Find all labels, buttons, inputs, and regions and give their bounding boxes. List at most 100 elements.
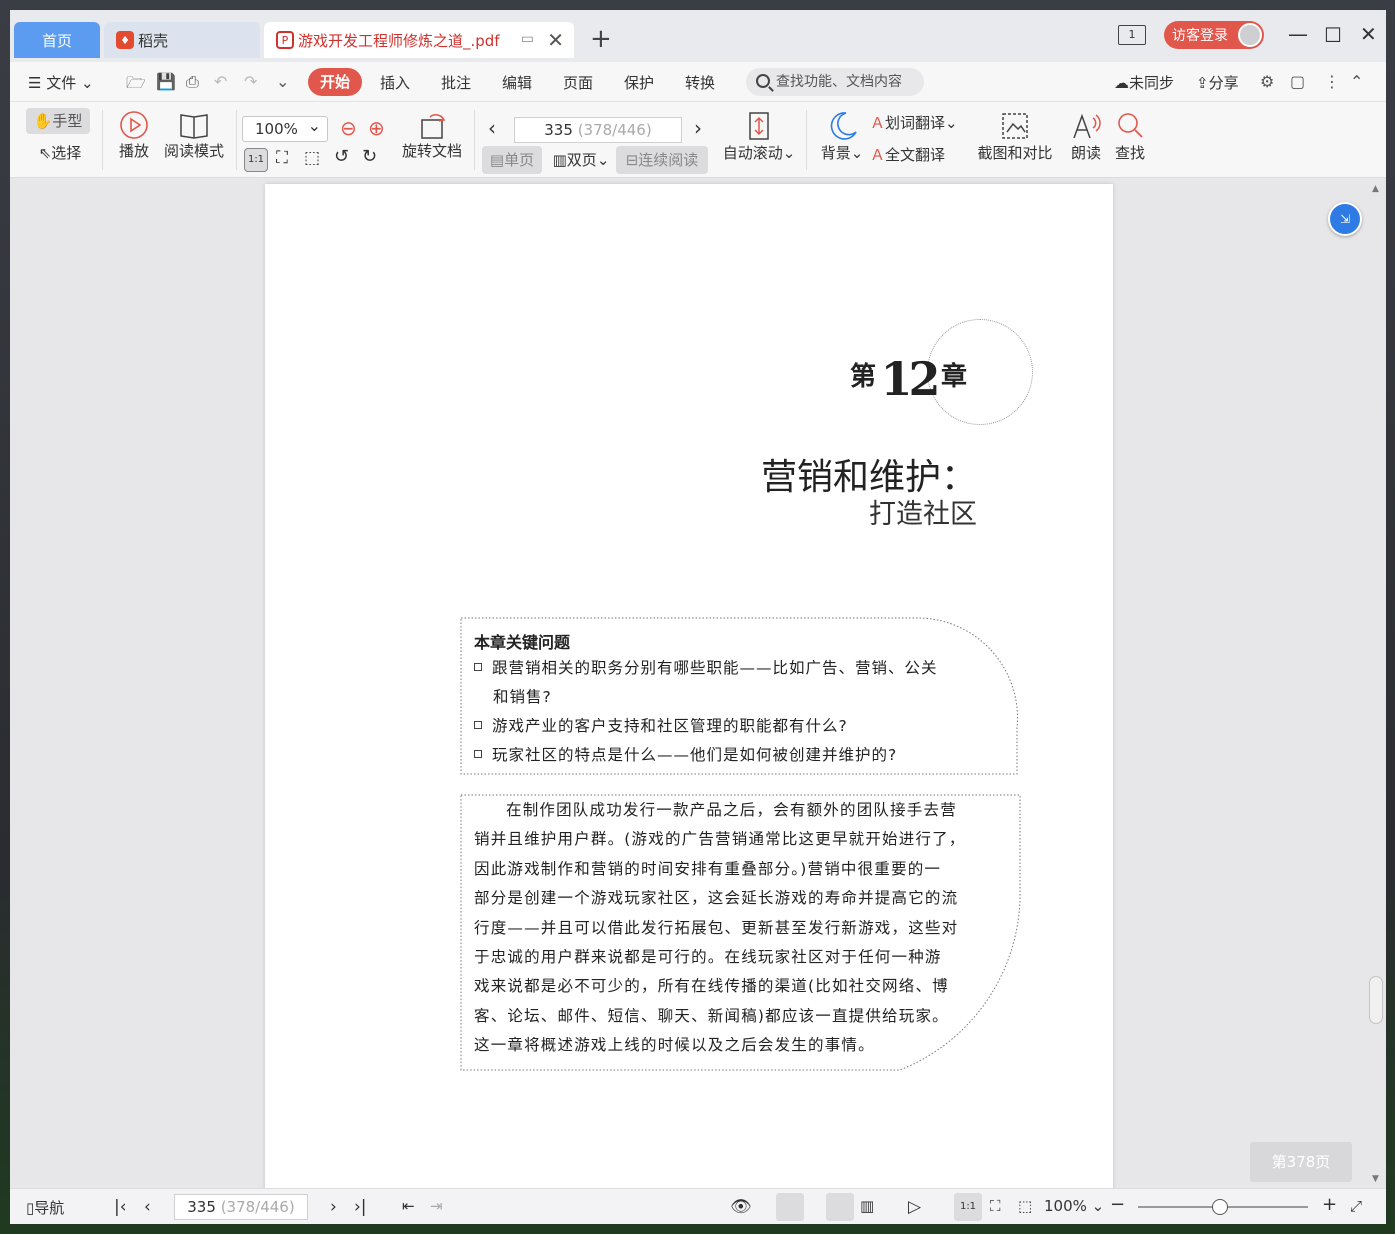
back-icon[interactable]: ⇤ — [402, 1197, 415, 1215]
full-translate-icon: Ａ — [870, 146, 886, 164]
zoom-select[interactable]: 100% — [242, 114, 328, 142]
next-page-status-icon[interactable]: › — [330, 1197, 337, 1217]
close-window-icon[interactable]: ✕ — [1360, 22, 1377, 46]
monitor-icon[interactable]: ▭ — [521, 31, 534, 47]
read-mode-button[interactable]: 阅读模式 — [162, 110, 226, 161]
undo-icon[interactable]: ↶ — [214, 72, 227, 91]
continuous-read-button[interactable]: ⊟连续阅读 — [616, 146, 708, 174]
prev-page-status-icon[interactable]: ‹ — [144, 1197, 151, 1217]
maximize-icon[interactable]: ☐ — [1324, 23, 1342, 47]
file-menu[interactable]: ☰ 文件 ⌄ — [28, 72, 94, 93]
read-aloud-button[interactable]: 朗读 — [1066, 110, 1106, 163]
double-page-icon: ▥ — [552, 151, 567, 169]
nav-label: 导航 — [34, 1199, 65, 1217]
tab-home[interactable]: 首页 — [14, 22, 100, 58]
tab-edit[interactable]: 编辑 — [502, 72, 532, 93]
next-page-icon[interactable]: › — [694, 116, 702, 140]
page-number-input[interactable]: 335 (378/446) — [514, 117, 682, 143]
divider — [236, 110, 237, 170]
full-translate-button[interactable]: Ａ全文翻译 — [870, 144, 945, 165]
chapter-subtitle: 打造社区 — [869, 499, 977, 530]
background-button[interactable]: 背景⌄ — [816, 110, 868, 163]
scroll-up-icon[interactable]: ▲ — [1372, 184, 1379, 194]
sync-status[interactable]: ☁未同步 — [1114, 72, 1174, 93]
double-page-button[interactable]: ▥双页⌄ — [548, 146, 614, 174]
status-zoom-select[interactable]: 100% ⌄ — [1044, 1197, 1104, 1215]
eye-protection-icon[interactable]: 👁 — [730, 1197, 752, 1217]
fit-width-status-icon[interactable]: ⬚ — [1018, 1197, 1032, 1215]
gear-icon[interactable]: ⚙ — [1260, 72, 1274, 91]
double-page-mode-icon[interactable]: ▥ — [860, 1197, 874, 1215]
zoom-slider-knob[interactable] — [1212, 1199, 1228, 1215]
redo-icon[interactable]: ↷ — [244, 72, 257, 91]
last-page-icon[interactable]: ›| — [354, 1197, 367, 1217]
find-button[interactable]: 查找 — [1112, 110, 1148, 163]
float-tool-button[interactable]: ⇲ — [1328, 202, 1362, 236]
close-tab-icon[interactable]: ✕ — [547, 28, 564, 52]
select-tool-button[interactable]: ⇖选择 — [30, 142, 90, 163]
new-tab-icon[interactable]: + — [590, 26, 612, 52]
continuous-mode-icon[interactable] — [776, 1193, 804, 1221]
rotate-right-icon[interactable]: ↻ — [362, 146, 377, 167]
auto-scroll-button[interactable]: 自动滚动⌄ — [722, 110, 796, 163]
checkbox-icon — [474, 750, 482, 758]
key-question-text: 玩家社区的特点是什么——他们是如何被创建并维护的? — [492, 746, 898, 764]
rotate-document-button[interactable]: 旋转文档 — [400, 110, 464, 161]
share-button[interactable]: ⇪分享 — [1196, 72, 1239, 93]
tab-protect[interactable]: 保护 — [624, 72, 654, 93]
tab-pdf-document[interactable]: P 游戏开发工程师修炼之道_.pdf ▭ ✕ — [264, 22, 574, 58]
comment-icon[interactable]: ▢ — [1290, 72, 1305, 91]
tab-annotate[interactable]: 批注 — [441, 72, 471, 93]
screenshot-compare-button[interactable]: 截图和对比 — [976, 110, 1054, 163]
fullscreen-icon[interactable]: ⤢ — [1350, 1197, 1362, 1215]
read-aloud-icon — [1073, 113, 1101, 139]
zoom-in-status-icon[interactable]: + — [1322, 1194, 1337, 1215]
prev-page-icon[interactable]: ‹ — [488, 116, 496, 140]
zoom-out-icon[interactable]: ⊖ — [340, 116, 357, 140]
single-page-button[interactable]: ▤单页 — [482, 146, 542, 174]
tab-insert-label: 插入 — [380, 74, 411, 92]
play-button[interactable]: 播放 — [112, 110, 156, 161]
page-count-icon[interactable]: 1 — [1118, 25, 1146, 45]
double-page-label: 双页 — [566, 151, 597, 169]
chapter-number: 12 — [880, 352, 940, 406]
tab-insert[interactable]: 插入 — [380, 72, 410, 93]
more-vertical-icon[interactable]: ⋮ — [1324, 72, 1340, 91]
forward-icon[interactable]: ⇥ — [430, 1197, 443, 1215]
tab-daoke[interactable]: ♦ 稻壳 — [104, 22, 260, 58]
open-folder-icon[interactable]: 🗁 — [126, 72, 146, 99]
zoom-in-icon[interactable]: ⊕ — [368, 116, 385, 140]
scroll-down-icon[interactable]: ▼ — [1372, 1174, 1379, 1184]
fit-width-icon[interactable]: ⬚ — [304, 148, 320, 168]
actual-size-button[interactable]: 1:1 — [244, 148, 268, 172]
first-page-icon[interactable]: |‹ — [114, 1197, 127, 1217]
more-down-icon[interactable]: ⌄ — [276, 72, 289, 91]
document-viewport[interactable]: 第 12 章 营销和维护： 打造社区 本章关键问题 跟营销相关的职务分别有哪些职… — [10, 178, 1386, 1194]
hand-tool-button[interactable]: ✋手型 — [26, 108, 90, 134]
zoom-out-status-icon[interactable]: − — [1110, 1194, 1125, 1215]
actual-size-status-button[interactable]: 1:1 — [954, 1193, 982, 1221]
status-page-input[interactable]: 335 (378/446) — [174, 1194, 308, 1220]
login-button[interactable]: 访客登录 — [1164, 21, 1264, 49]
minimize-icon[interactable]: — — [1288, 22, 1308, 46]
single-page-mode-icon[interactable] — [826, 1193, 854, 1221]
collapse-ribbon-icon[interactable]: ⌃ — [1350, 72, 1363, 91]
play-status-icon[interactable]: ▷ — [908, 1197, 921, 1217]
body-line: 于忠诚的用户群来说都是可行的。在线玩家社区对于任何一种游 — [474, 948, 942, 967]
tab-page[interactable]: 页面 — [563, 72, 593, 93]
tab-start[interactable]: 开始 — [308, 68, 362, 96]
fit-page-status-icon[interactable]: ⛶ — [990, 1197, 1001, 1215]
scrollbar[interactable]: ▲ ▼ — [1368, 184, 1386, 1188]
tab-convert[interactable]: 转换 — [685, 72, 715, 93]
search-input[interactable]: 查找功能、文档内容 — [746, 68, 924, 96]
zoom-value: 100% — [255, 120, 298, 138]
save-icon[interactable]: 💾 — [156, 72, 176, 91]
status-page-total: (378/446) — [220, 1198, 295, 1216]
fit-page-icon[interactable]: ⛶ — [276, 148, 288, 168]
rotate-left-icon[interactable]: ↺ — [334, 146, 349, 167]
word-translate-button[interactable]: Ａ划词翻译⌄ — [870, 112, 958, 133]
print-icon[interactable]: ⎙ — [186, 72, 199, 92]
select-label: 选择 — [51, 144, 82, 162]
scroll-thumb[interactable] — [1369, 976, 1383, 1024]
navigation-button[interactable]: ▯导航 — [26, 1197, 64, 1218]
